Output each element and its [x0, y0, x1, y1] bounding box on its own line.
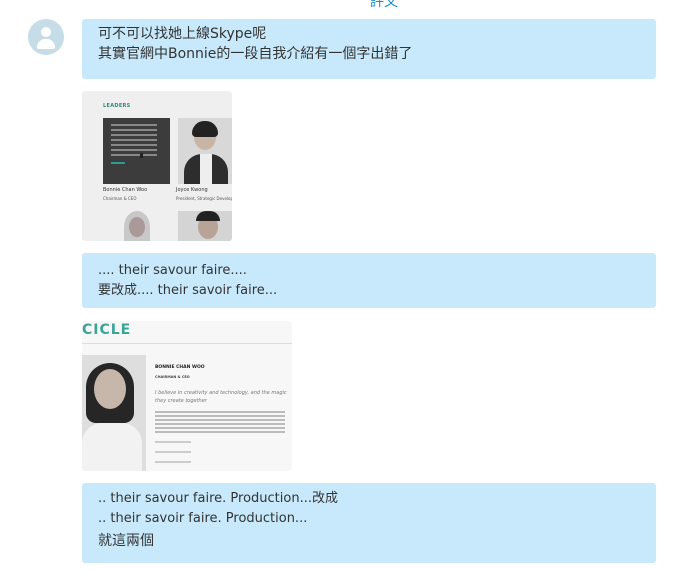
site-nav-divider: [82, 343, 292, 344]
message-line: 就這兩個: [98, 533, 154, 549]
message-line: .... their savour faire....: [98, 263, 247, 278]
user-avatar-icon[interactable]: [28, 19, 64, 55]
bio-role: CHAIRMAN & CEO: [155, 375, 190, 379]
leader-title: President, Strategic Development: [176, 196, 232, 201]
site-logo: CICLE: [82, 322, 132, 338]
quote-box: [103, 118, 170, 184]
message-line: .. their savour faire. Production...改成: [98, 491, 338, 506]
leader-photo: [124, 211, 150, 241]
shared-image-leaders[interactable]: LEADERS Bonnie Chan Woo Chairman & CEO J…: [82, 91, 232, 241]
message-bubble[interactable]: 可不可以找她上線Skype呢 其實官網中Bonnie的一段自我介紹有一個字出錯了: [82, 19, 656, 79]
partial-header-label: 評文: [370, 0, 398, 10]
leader-title: Chairman & CEO: [103, 196, 137, 201]
leader-name: Joyce Kwong: [176, 187, 208, 193]
message-bubble[interactable]: .... their savour faire.... 要改成.... thei…: [82, 253, 656, 308]
message-line: 其實官網中Bonnie的一段自我介紹有一個字出錯了: [98, 46, 413, 62]
bio-photo: [82, 355, 146, 471]
bio-name: BONNIE CHAN WOO: [155, 365, 205, 370]
bio-detail: [155, 461, 191, 463]
leader-name: Bonnie Chan Woo: [103, 187, 148, 193]
bio-quote: I believe in creativity and technology, …: [155, 390, 287, 404]
message-line: 可不可以找她上線Skype呢: [98, 26, 267, 42]
bio-paragraph: [155, 411, 285, 413]
leader-photo: [178, 118, 232, 184]
bio-detail: [155, 451, 191, 453]
bio-detail: [155, 441, 191, 443]
message-bubble[interactable]: .. their savour faire. Production...改成 .…: [82, 483, 656, 563]
shared-image-bio[interactable]: CICLE BONNIE CHAN WOO CHAIRMAN & CEO I b…: [82, 321, 292, 471]
image-heading: LEADERS: [103, 103, 131, 109]
leader-photo: [178, 211, 232, 241]
message-line: 要改成.... their savoir faire...: [98, 283, 278, 298]
cursor-icon: [140, 153, 143, 158]
message-line: .. their savoir faire. Production...: [98, 511, 308, 526]
